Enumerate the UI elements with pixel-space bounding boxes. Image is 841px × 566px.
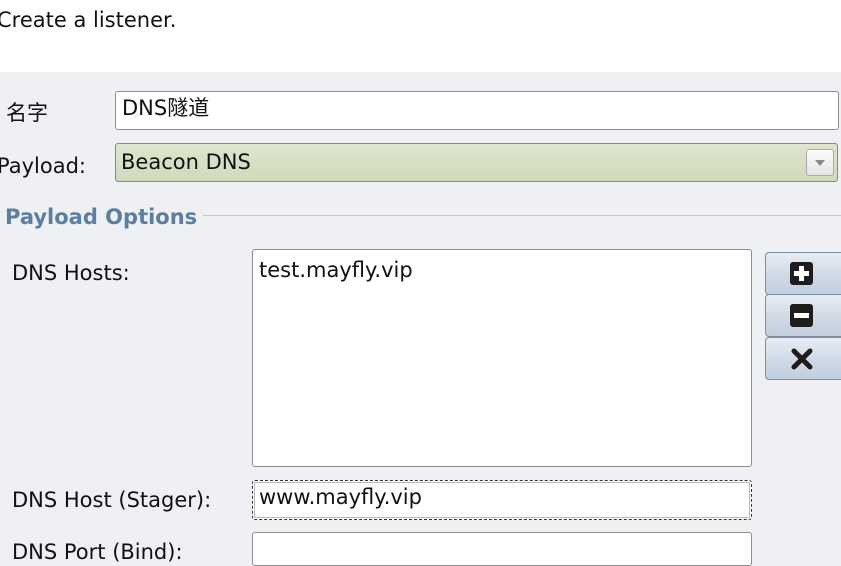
payload-label: Payload: <box>0 154 86 178</box>
dns-hosts-label: DNS Hosts: <box>12 261 130 285</box>
dns-port-bind-field[interactable] <box>252 532 752 566</box>
header-description: Create a listener. <box>0 8 177 32</box>
dns-hosts-list[interactable]: test.mayfly.vip <box>252 249 752 467</box>
payload-options-title: Payload Options <box>5 203 204 231</box>
clear-hosts-button[interactable] <box>765 337 841 380</box>
dns-host-stager-label: DNS Host (Stager): <box>12 488 212 512</box>
x-icon <box>790 347 814 371</box>
list-item[interactable]: test.mayfly.vip <box>259 256 745 284</box>
payload-select[interactable]: Beacon DNS <box>115 143 838 182</box>
plus-icon <box>790 262 813 285</box>
dns-host-stager-field[interactable]: www.mayfly.vip <box>252 480 752 520</box>
chevron-down-icon[interactable] <box>806 149 834 176</box>
minus-icon <box>790 304 813 327</box>
name-label: 名字 <box>6 101 48 125</box>
dns-port-bind-label: DNS Port (Bind): <box>12 540 183 564</box>
add-host-button[interactable] <box>765 252 841 295</box>
payload-selected-value: Beacon DNS <box>121 150 251 174</box>
remove-host-button[interactable] <box>765 294 841 337</box>
dialog-header: Create a listener. <box>0 0 841 72</box>
name-field[interactable]: DNS隧道 <box>115 91 839 130</box>
